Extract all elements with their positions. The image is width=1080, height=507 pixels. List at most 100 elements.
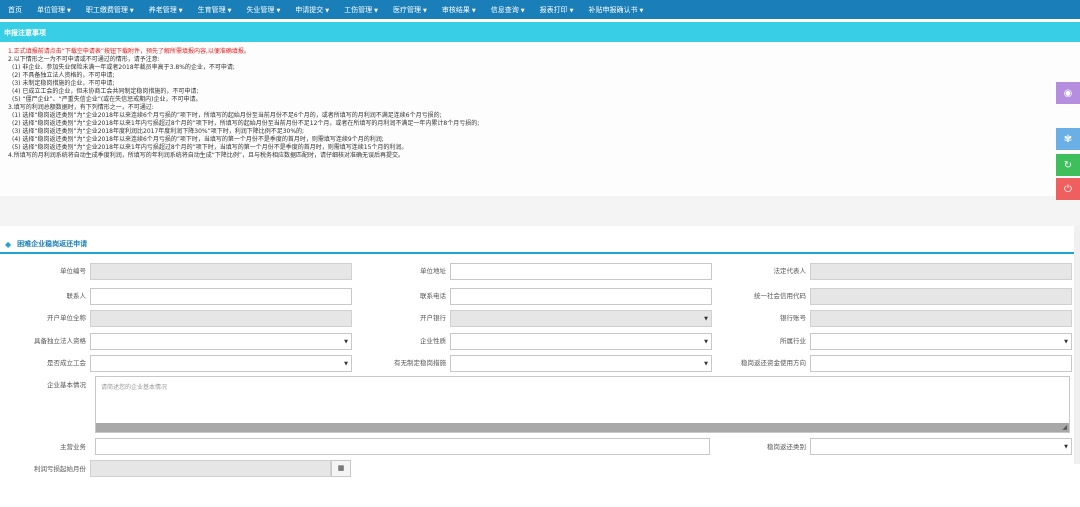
contact-label: 联系人 xyxy=(66,292,87,300)
refund-category-select[interactable]: ▼ xyxy=(810,438,1072,455)
phone-label: 联系电话 xyxy=(420,292,446,300)
nav-item-label: 职工缴费管理 xyxy=(85,5,128,14)
nav-item-label: 补贴申报确认书 xyxy=(588,5,638,14)
chevron-down-icon: ▼ xyxy=(344,339,348,345)
nav-item-1[interactable]: 单位管理 ▼ xyxy=(37,5,71,15)
vertical-scrollbar[interactable] xyxy=(1074,226,1080,464)
nav-item-5[interactable]: 失业管理 ▼ xyxy=(246,5,280,15)
nav-item-9[interactable]: 审核结果 ▼ xyxy=(442,5,476,15)
nav-item-label: 申请提交 xyxy=(295,5,324,14)
contact-input[interactable] xyxy=(90,288,352,305)
profit-start-month-field[interactable] xyxy=(90,460,331,477)
enterprise-nature-label: 企业性质 xyxy=(420,337,446,345)
notice-line: (3) 未制定稳岗措施的企业，不可申请; xyxy=(12,80,115,87)
nav-item-10[interactable]: 信息查询 ▼ xyxy=(491,5,525,15)
legal-entity-label: 具备独立法人资格 xyxy=(34,337,86,345)
bank-account-label: 银行账号 xyxy=(780,314,806,322)
nav-item-label: 首页 xyxy=(8,5,22,14)
industry-select[interactable]: ▼ xyxy=(810,333,1072,350)
section-title-text: 困难企业稳岗返还申请 xyxy=(17,240,88,248)
nav-item-label: 单位管理 xyxy=(37,5,65,14)
nav-item-2[interactable]: 职工缴费管理 ▼ xyxy=(86,5,134,15)
unit-code-label: 单位编号 xyxy=(60,267,86,275)
bank-select[interactable]: ▼ xyxy=(450,310,712,327)
measures-label: 有无制定稳岗措施 xyxy=(394,359,446,367)
chevron-down-icon: ▼ xyxy=(1064,444,1068,450)
caret-down-icon: ▼ xyxy=(178,7,183,14)
nav-item-7[interactable]: 工伤管理 ▼ xyxy=(344,5,378,15)
fund-usage-input[interactable] xyxy=(810,355,1072,372)
phone-input[interactable] xyxy=(450,288,712,305)
nav-item-label: 医疗管理 xyxy=(393,5,422,14)
section-title: ◆ 困难企业稳岗返还申请 xyxy=(0,236,1080,254)
nav-item-label: 生育管理 xyxy=(197,5,226,14)
notice-line: (4) 选择“稳岗返还类别”为“企业2018年以来连续6个月亏损的”项下时，当填… xyxy=(12,136,384,143)
nav-item-label: 养老管理 xyxy=(148,5,177,14)
top-nav: 首页 单位管理 ▼ 职工缴费管理 ▼ 养老管理 ▼ 生育管理 ▼ 失业管理 ▼ 申请提交 ▼ 工伤管理 ▼ 医… xyxy=(0,0,1080,19)
caret-down-icon: ▼ xyxy=(325,7,330,14)
nav-item-label: 工伤管理 xyxy=(344,5,373,14)
unit-code-field xyxy=(90,263,352,280)
nav-item-11[interactable]: 报表打印 ▼ xyxy=(540,5,574,15)
chevron-down-icon: ▼ xyxy=(704,339,708,345)
notice-line: (5) 选择“稳岗返还类别”为“企业2018年以来1年内亏损超过8个月的”项下时… xyxy=(12,144,408,151)
unit-address-input[interactable] xyxy=(450,263,712,280)
notice-line: (4) 已成立工会的企业，但未协商工会共同制定稳岗措施的，不可申请; xyxy=(12,88,199,95)
caret-down-icon: ▼ xyxy=(639,7,644,14)
notice-line: 1.正式填报前请点击“下载空申请表”按钮下载附件，预先了解所需填报内容,以便准确… xyxy=(8,48,250,55)
main-business-label: 主营业务 xyxy=(60,443,86,451)
nav-item-0[interactable]: 首页 xyxy=(8,5,22,15)
basic-info-placeholder: 请简述您的企业基本情况 xyxy=(101,384,168,391)
nav-item-3[interactable]: 养老管理 ▼ xyxy=(149,5,183,15)
notice-line: (3) 选择“稳岗返还类别”为“企业2018年度利润比2017年度利润下降30%… xyxy=(12,128,305,135)
unit-address-label: 单位地址 xyxy=(420,267,446,275)
bank-label: 开户银行 xyxy=(420,314,446,322)
notice-header: 申报注意事项 xyxy=(0,22,1080,42)
resize-grip-icon[interactable]: ◢ xyxy=(1062,424,1067,431)
union-select[interactable]: ▼ xyxy=(90,355,352,372)
caret-down-icon: ▼ xyxy=(423,7,427,14)
power-icon[interactable]: ⏻ xyxy=(1056,178,1080,200)
nav-item-label: 信息查询 xyxy=(490,5,519,14)
nav-item-label: 审核结果 xyxy=(441,5,470,14)
notice-line: 4.所填写的月利润系统将自动生成季度利润，所填写的年利润系统将自动生成“下降比例… xyxy=(8,152,404,159)
basic-info-label: 企业基本情况 xyxy=(47,381,86,389)
basic-info-textarea[interactable]: 请简述您的企业基本情况 ◢ xyxy=(95,376,1070,433)
chevron-down-icon: ▼ xyxy=(344,361,348,367)
nav-item-8[interactable]: 医疗管理 ▼ xyxy=(393,5,427,15)
measures-select[interactable]: ▼ xyxy=(450,355,712,372)
eye-icon[interactable]: ◉ xyxy=(1056,82,1080,104)
credit-code-field xyxy=(810,288,1072,305)
enterprise-nature-select[interactable]: ▼ xyxy=(450,333,712,350)
chevron-down-icon: ▼ xyxy=(1064,339,1068,345)
caret-down-icon: ▼ xyxy=(471,7,476,14)
main-business-input[interactable] xyxy=(95,438,710,455)
horizontal-scrollbar[interactable] xyxy=(96,423,1069,432)
notice-body: 1.正式填报前请点击“下载空申请表”按钮下载附件，预先了解所需填报内容,以便准确… xyxy=(0,42,1080,196)
nav-item-label: 失业管理 xyxy=(246,5,275,14)
account-name-field xyxy=(90,310,352,327)
caret-down-icon: ▼ xyxy=(129,7,134,14)
legal-entity-select[interactable]: ▼ xyxy=(90,333,352,350)
notice-line: 2.以下情形之一为不可申请或不可通过的情形，请予注意: xyxy=(8,56,160,63)
chevron-down-icon: ▼ xyxy=(704,316,708,322)
bank-account-field xyxy=(810,310,1072,327)
credit-code-label: 统一社会信用代码 xyxy=(754,292,806,300)
notice-line: (5) “僵尸企业”、“严重失信企业”(或在失信惩戒期内)企业，不可申请。 xyxy=(12,96,202,103)
fund-usage-label: 稳岗返还资金使用方向 xyxy=(741,359,806,367)
union-label: 是否成立工会 xyxy=(47,359,86,367)
diamond-icon: ◆ xyxy=(5,239,12,249)
industry-label: 所属行业 xyxy=(780,337,806,345)
legal-rep-label: 法定代表人 xyxy=(773,267,807,275)
nav-item-6[interactable]: 申请提交 ▼ xyxy=(295,5,329,15)
nav-item-4[interactable]: 生育管理 ▼ xyxy=(198,5,232,15)
nav-item-12[interactable]: 补贴申报确认书 ▼ xyxy=(588,5,643,15)
calendar-icon[interactable]: ▦ xyxy=(331,460,351,477)
refresh-icon[interactable]: ↻ xyxy=(1056,154,1080,176)
profit-start-month-label: 利润亏损起始月份 xyxy=(34,465,86,473)
caret-down-icon: ▼ xyxy=(67,7,71,14)
caret-down-icon: ▼ xyxy=(374,7,379,14)
account-name-label: 开户单位全称 xyxy=(47,314,86,322)
tree-icon[interactable]: ✾ xyxy=(1056,128,1080,150)
notice-line: (2) 不具备独立法人资格的，不可申请; xyxy=(12,72,115,79)
